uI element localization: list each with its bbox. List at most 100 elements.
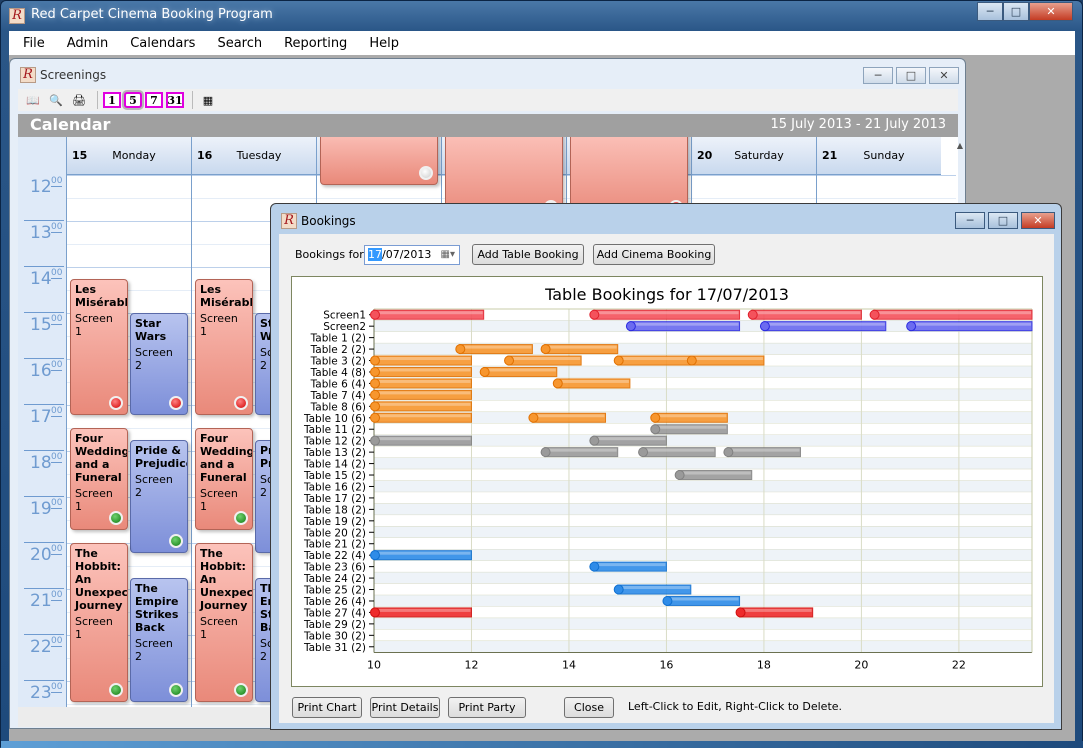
print-preview-icon[interactable]: 🔍: [46, 91, 66, 109]
view-1-day-button[interactable]: 1: [103, 92, 121, 108]
calendar-grid-icon[interactable]: ▦: [198, 91, 218, 109]
gantt-chart-svg: 10 12 14 16 18 20 22Screen1Screen2Table 1 (2)T…: [303, 308, 1033, 672]
main-minimize-button[interactable]: ─: [977, 2, 1003, 21]
toolbar-separator: [97, 91, 98, 109]
screening-event[interactable]: Pride & PrejudiceScreen 2: [130, 439, 188, 553]
day-header-saturday[interactable]: Saturday 20: [691, 137, 816, 175]
booking-bar-highlight: [618, 357, 690, 361]
row-label: Table 14 (2): [303, 459, 366, 471]
row-band: [374, 366, 1032, 378]
screenings-minimize-button[interactable]: ─: [863, 67, 893, 84]
time-column: 12 00 13 00 14 00 15 00 16 00 17 00 18 00 19 00 20 00 21 00…: [18, 137, 66, 707]
menu-search[interactable]: Search: [217, 36, 262, 51]
hour-value: 17: [30, 407, 52, 427]
booking-start-marker: [674, 470, 685, 481]
day-header-monday[interactable]: Monday 15: [66, 137, 191, 175]
menu-file[interactable]: File: [23, 36, 45, 51]
day-number: 16: [197, 149, 213, 162]
view-7-day-button[interactable]: 7: [145, 92, 163, 108]
book-icon[interactable]: 📖: [23, 91, 43, 109]
booking-bar-highlight: [740, 608, 812, 612]
event-screen: Screen 1: [75, 311, 113, 338]
hour-label: 17 00: [18, 405, 66, 451]
booking-start-marker: [528, 412, 539, 423]
row-band: [374, 377, 1032, 390]
printer-icon[interactable]: 🖨: [69, 91, 89, 109]
bookings-title: Bookings: [301, 214, 356, 228]
booking-date-picker[interactable]: 17/07/2013 ▦▾: [364, 245, 460, 265]
menu-admin[interactable]: Admin: [67, 36, 108, 51]
print-details-button[interactable]: Print Details: [370, 697, 440, 718]
screening-event[interactable]: Les MisérablesScreen 1: [195, 278, 253, 415]
event-screen: Screen 1: [200, 615, 238, 641]
screenings-maximize-button[interactable]: □: [896, 67, 926, 84]
screenings-close-button[interactable]: ✕: [929, 67, 959, 84]
event-title: Les Misérables: [200, 282, 253, 309]
screening-event[interactable]: Four Weddings and a Funeral Screen 1: [195, 428, 253, 530]
booking-start-marker: [650, 412, 661, 423]
booking-start-marker: [370, 412, 380, 423]
day-header-tuesday[interactable]: Tuesday 16: [191, 137, 316, 175]
bookings-minimize-button[interactable]: ─: [955, 212, 985, 229]
view-31-day-button[interactable]: 31: [166, 92, 184, 108]
booking-start-marker: [869, 309, 880, 320]
screening-event[interactable]: The Hobbit: An Unexpected Journey Screen …: [195, 543, 253, 702]
bookings-close-button[interactable]: ✕: [1021, 212, 1055, 229]
date-rest: /07/2013: [382, 248, 432, 261]
booking-bar-highlight: [911, 322, 1031, 326]
booking-bar-highlight: [375, 402, 471, 406]
booking-start-marker: [589, 561, 600, 572]
booking-bar-highlight: [679, 471, 751, 475]
screening-event[interactable]: Les MisérablesScreen 1: [70, 278, 128, 415]
row-label: Table 29 (2): [303, 619, 366, 631]
add-table-booking-button[interactable]: Add Table Booking: [472, 244, 584, 265]
event-title: The Hobbit: An Unexpected Journey: [200, 547, 253, 612]
screening-event[interactable]: [320, 137, 438, 185]
main-maximize-button[interactable]: □: [1003, 2, 1029, 21]
status-dot-icon: [109, 683, 123, 697]
hour-label: 19 00: [18, 497, 66, 543]
menu-bar: File Admin Calendars Search Reporting He…: [9, 31, 1075, 55]
booking-start-marker: [552, 378, 563, 389]
main-close-button[interactable]: ✕: [1029, 2, 1073, 21]
print-party-button[interactable]: Print Party: [448, 697, 526, 718]
screening-event[interactable]: Four Weddings and a Funeral Screen 1: [70, 428, 128, 530]
screening-event[interactable]: Star Wars Screen 2: [130, 313, 188, 415]
screening-event[interactable]: The Empire Strikes BackScreen 2: [130, 577, 188, 702]
bookings-maximize-button[interactable]: □: [988, 212, 1018, 229]
scroll-up-arrow-icon[interactable]: ▲: [957, 141, 963, 150]
booking-bar-highlight: [630, 322, 739, 326]
screening-event[interactable]: The Hobbit: An Unexpected Journey Screen …: [70, 543, 128, 702]
view-5-day-button[interactable]: 5: [124, 92, 142, 108]
minimize-icon: ─: [986, 5, 994, 18]
print-chart-button[interactable]: Print Chart: [292, 697, 362, 718]
row-label: Table 18 (2): [303, 504, 366, 516]
minimize-icon: ─: [874, 69, 882, 82]
hour-label: 18 00: [18, 451, 66, 497]
main-window-controls: ─ □ ✕: [977, 2, 1073, 21]
menu-help[interactable]: Help: [369, 36, 399, 51]
event-screen: Screen 1: [75, 615, 113, 641]
add-cinema-booking-button[interactable]: Add Cinema Booking: [593, 244, 715, 265]
booking-start-marker: [686, 355, 697, 366]
close-button[interactable]: Close: [564, 697, 614, 718]
bookings-title-bar: R Bookings ─ □ ✕: [271, 204, 1061, 234]
hour-label: 15 00: [18, 313, 66, 359]
calendar-dropdown-icon[interactable]: ▦▾: [441, 249, 455, 260]
row-label: Table 7 (4): [310, 390, 366, 402]
menu-calendars[interactable]: Calendars: [130, 36, 195, 51]
booking-start-marker: [455, 344, 466, 355]
day-header-sunday[interactable]: Sunday 21: [816, 137, 941, 175]
toolbar-separator: [192, 91, 193, 109]
booking-bar-highlight: [557, 379, 629, 383]
row-band: [374, 457, 1032, 470]
hour-value: 16: [30, 361, 52, 381]
booking-start-marker: [906, 321, 917, 332]
row-label: Table 12 (2): [303, 436, 366, 448]
booking-bar-highlight: [375, 608, 471, 612]
event-title: Four Weddings and a Funeral: [200, 432, 252, 484]
row-label: Table 17 (2): [303, 493, 366, 505]
booking-start-marker: [479, 366, 490, 377]
booking-bar-highlight: [375, 437, 471, 441]
menu-reporting[interactable]: Reporting: [284, 36, 347, 51]
